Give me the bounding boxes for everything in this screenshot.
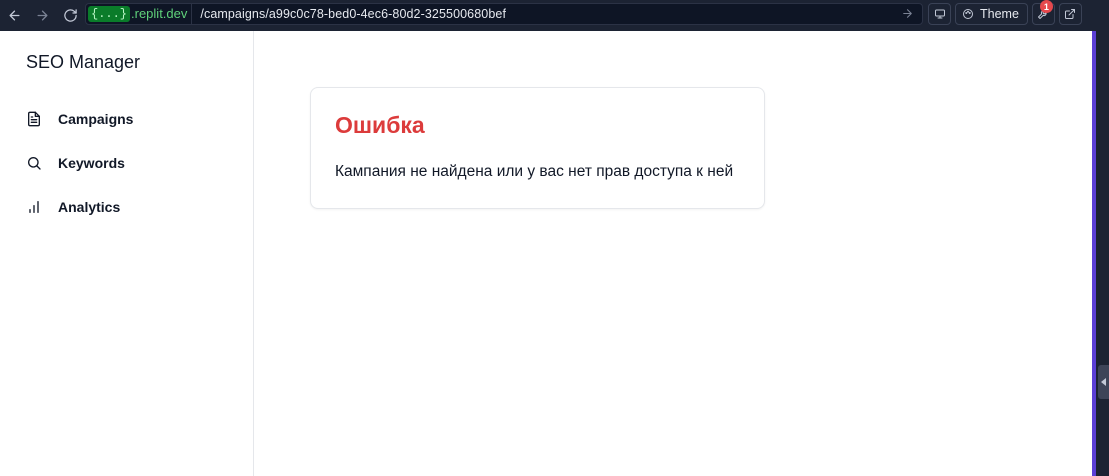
- address-bar[interactable]: {...} .replit.dev /campaigns/a99c0c78-be…: [85, 2, 923, 25]
- domain-badge: {...}: [88, 5, 131, 22]
- bar-chart-icon: [29, 201, 39, 213]
- theme-button[interactable]: Theme: [955, 3, 1028, 25]
- error-title: Ошибка: [335, 112, 425, 138]
- arrow-right-icon: [37, 10, 47, 21]
- domain-pill[interactable]: {...} .replit.dev: [85, 2, 193, 25]
- sidebar-item-analytics[interactable]: Analytics: [26, 196, 120, 218]
- error-card: Ошибка Кампания не найдена или у вас нет…: [310, 87, 765, 209]
- forward-button[interactable]: [31, 5, 53, 27]
- caret-left-icon: [1100, 378, 1106, 386]
- open-new-tab-button[interactable]: [1058, 3, 1082, 25]
- app-viewport: SEO Manager Campaigns Keywords Analytics…: [0, 31, 1092, 476]
- search-icon: [28, 157, 41, 170]
- refresh-icon: [63, 9, 77, 22]
- file-text-icon: [28, 111, 40, 127]
- palette-icon: [963, 9, 973, 19]
- side-panel: [1096, 31, 1109, 476]
- sidebar-item-label: Keywords: [58, 155, 125, 171]
- back-button[interactable]: [3, 5, 25, 27]
- toolbar-actions: Theme 1: [928, 0, 1082, 25]
- sidebar-item-label: Analytics: [58, 199, 121, 215]
- notification-badge: 1: [1039, 0, 1053, 13]
- domain-text: .replit.dev: [131, 6, 188, 21]
- url-path[interactable]: /campaigns/a99c0c78-bed0-4ec6-80d2-32550…: [200, 7, 506, 21]
- devices-button[interactable]: [928, 3, 951, 25]
- go-button[interactable]: [901, 7, 914, 25]
- sidebar-item-keywords[interactable]: Keywords: [26, 152, 125, 174]
- sidebar: SEO Manager Campaigns Keywords Analytics: [0, 31, 254, 476]
- arrow-left-icon: [9, 10, 19, 21]
- devtools-button[interactable]: 1: [1031, 0, 1055, 25]
- arrow-right-icon: [903, 9, 912, 18]
- external-link-icon: [1065, 9, 1076, 19]
- theme-label: Theme: [980, 7, 1019, 21]
- monitor-icon: [934, 9, 945, 19]
- error-message: Кампания не найдена или у вас нет прав д…: [335, 163, 734, 180]
- app-title: SEO Manager: [26, 52, 141, 72]
- panel-collapse-handle[interactable]: [1098, 365, 1109, 399]
- sidebar-item-campaigns[interactable]: Campaigns: [26, 108, 133, 130]
- browser-toolbar: {...} .replit.dev /campaigns/a99c0c78-be…: [0, 0, 1109, 31]
- reload-button[interactable]: [59, 5, 81, 27]
- sidebar-item-label: Campaigns: [58, 111, 134, 127]
